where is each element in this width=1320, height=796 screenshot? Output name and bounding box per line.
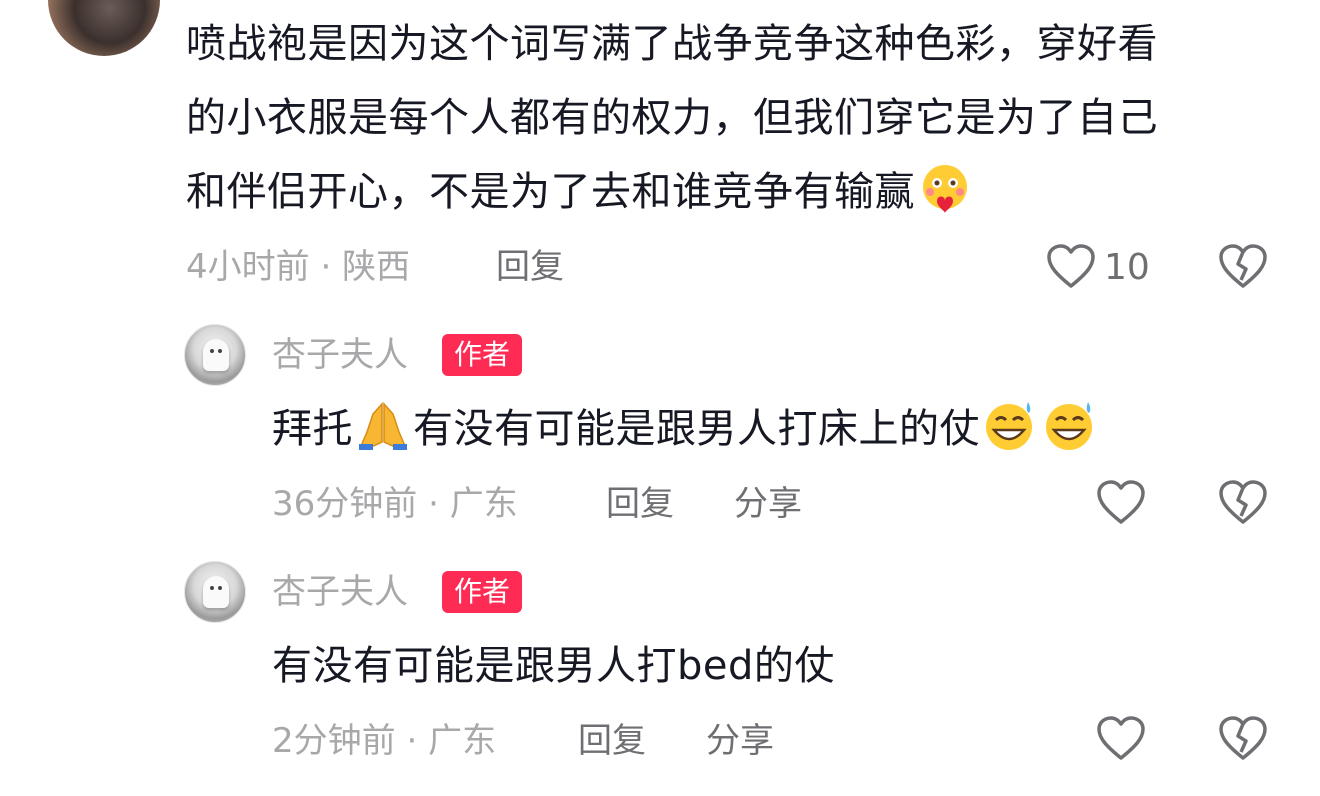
commenter-avatar[interactable]: [48, 0, 160, 56]
comment-meta: 4小时前 · 陕西: [186, 247, 410, 287]
heart-outline-icon[interactable]: [1046, 244, 1096, 290]
reply-button[interactable]: 回复: [578, 721, 646, 761]
reply-button[interactable]: 回复: [606, 484, 674, 524]
comment-line-2: 的小衣服是每个人都有的权力，但我们穿它是为了自己: [186, 95, 1158, 141]
reply-meta: 2分钟前 · 广东: [272, 721, 496, 761]
grinning-sweat-emoji-icon: [986, 402, 1032, 450]
author-badge: 作者: [442, 334, 523, 376]
reply-text-a: 拜托: [272, 406, 353, 452]
broken-heart-icon[interactable]: [1218, 480, 1268, 526]
like-count: 10: [1104, 247, 1150, 288]
comment-line-3-text: 和伴侣开心，不是为了去和谁竞争有输赢: [186, 169, 915, 215]
author-avatar[interactable]: [184, 561, 246, 623]
reply-location: 广东: [428, 721, 497, 761]
reply-location: 广东: [449, 484, 518, 524]
comment-line-1: 喷战袍是因为这个词写满了战争竞争这种色彩，穿好看: [186, 21, 1158, 67]
broken-heart-icon[interactable]: [1218, 716, 1268, 762]
grinning-sweat-emoji-icon: [1046, 402, 1092, 450]
heart-outline-icon[interactable]: [1096, 480, 1146, 526]
hugging-face-emoji-icon: [923, 165, 967, 213]
comment-time: 4小时前: [186, 247, 310, 287]
heart-outline-icon[interactable]: [1096, 716, 1146, 762]
reply-time: 36分钟前: [272, 484, 418, 524]
reply-username[interactable]: 杏子夫人: [272, 572, 408, 612]
comment-location: 陕西: [342, 247, 411, 287]
ghost-figure-icon: [203, 576, 229, 608]
meta-separator: ·: [309, 247, 343, 287]
share-button[interactable]: 分享: [706, 721, 774, 761]
author-avatar[interactable]: [184, 324, 246, 386]
comment-line-3: 和伴侣开心，不是为了去和谁竞争有输赢: [186, 155, 975, 229]
reply-text: 有没有可能是跟男人打bed的仗: [272, 643, 835, 689]
author-badge: 作者: [442, 571, 523, 613]
reply-time: 2分钟前: [272, 721, 396, 761]
broken-heart-icon[interactable]: [1218, 244, 1268, 290]
ghost-figure-icon: [203, 339, 229, 371]
meta-separator: ·: [395, 721, 429, 761]
folded-hands-emoji-icon: [359, 402, 407, 450]
reply-meta: 36分钟前 · 广东: [272, 484, 518, 524]
reply-text: 拜托 有没有可能是跟男人打床上的仗: [272, 392, 1100, 466]
share-button[interactable]: 分享: [734, 484, 802, 524]
meta-separator: ·: [417, 484, 450, 524]
reply-button[interactable]: 回复: [496, 247, 564, 287]
reply-text-b: 有没有可能是跟男人打床上的仗: [413, 406, 980, 452]
reply-username[interactable]: 杏子夫人: [272, 335, 408, 375]
